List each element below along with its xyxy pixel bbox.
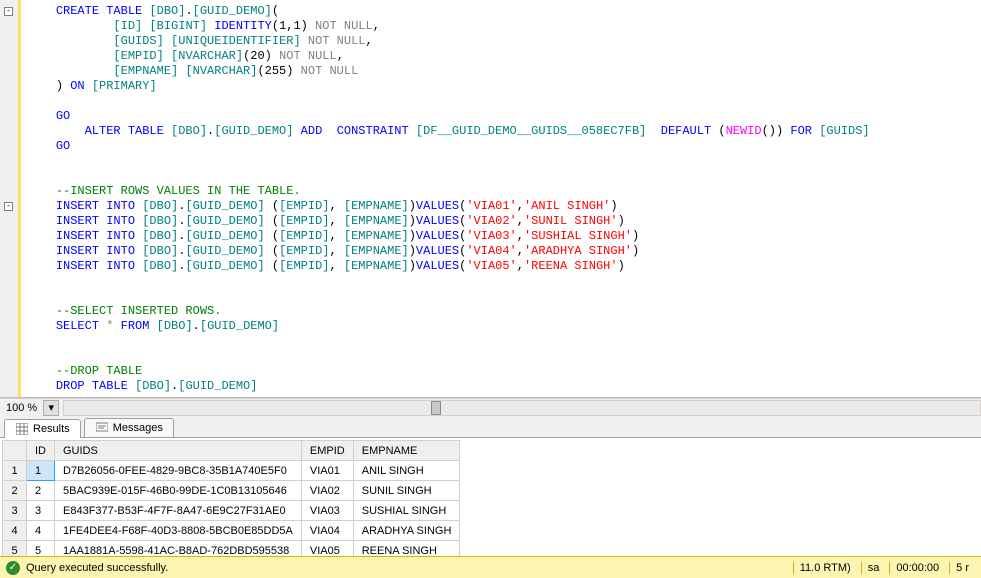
status-message: Query executed successfully. [26,562,168,574]
column-header[interactable]: EMPID [301,441,353,461]
code-line[interactable]: ) ON [PRIMARY] [27,79,975,94]
tab-messages[interactable]: Messages [84,418,174,437]
code-line[interactable]: INSERT INTO [DBO].[GUID_DEMO] ([EMPID], … [27,199,975,214]
code-line[interactable]: INSERT INTO [DBO].[GUID_DEMO] ([EMPID], … [27,259,975,274]
table-row[interactable]: 225BAC939E-015F-46B0-99DE-1C0B13105646VI… [3,481,460,501]
cell[interactable]: VIA01 [301,461,353,481]
table-row[interactable]: 11D7B26056-0FEE-4829-9BC8-35B1A740E5F0VI… [3,461,460,481]
tab-results-label: Results [33,423,70,435]
cell[interactable]: 2 [27,481,55,501]
code-line[interactable]: [EMPNAME] [NVARCHAR](255) NOT NULL [27,64,975,79]
code-line[interactable]: CREATE TABLE [DBO].[GUID_DEMO]( [27,4,975,19]
cell[interactable]: SUSHIAL SINGH [353,501,460,521]
code-line[interactable]: DROP TABLE [DBO].[GUID_DEMO] [27,379,975,394]
cell[interactable]: D7B26056-0FEE-4829-9BC8-35B1A740E5F0 [55,461,302,481]
column-header[interactable]: EMPNAME [353,441,460,461]
cell[interactable]: 1 [27,461,55,481]
column-header[interactable]: GUIDS [55,441,302,461]
code-line[interactable] [27,154,975,169]
code-area[interactable]: CREATE TABLE [DBO].[GUID_DEMO]( [ID] [BI… [18,0,981,398]
code-line[interactable]: --INSERT ROWS VALUES IN THE TABLE. [27,184,975,199]
code-line[interactable] [27,349,975,364]
status-time: 00:00:00 [889,562,945,574]
cell[interactable]: VIA02 [301,481,353,501]
cell[interactable]: SUNIL SINGH [353,481,460,501]
results-grid-area: IDGUIDSEMPIDEMPNAME11D7B26056-0FEE-4829-… [0,438,981,556]
code-line[interactable]: [EMPID] [NVARCHAR](20) NOT NULL, [27,49,975,64]
grid-icon [15,422,29,436]
code-line[interactable]: --DROP TABLE [27,364,975,379]
status-server: 11.0 RTM) [793,562,857,574]
code-line[interactable] [27,274,975,289]
code-line[interactable]: GO [27,109,975,124]
sql-editor[interactable]: -- CREATE TABLE [DBO].[GUID_DEMO]( [ID] … [0,0,981,398]
code-line[interactable]: --SELECT INSERTED ROWS. [27,304,975,319]
row-number[interactable]: 4 [3,521,27,541]
cell[interactable]: VIA03 [301,501,353,521]
status-right: 11.0 RTM) sa 00:00:00 5 r [793,562,975,574]
success-icon: ✓ [6,561,20,575]
cell[interactable]: 1AA1881A-5598-41AC-B8AD-762DBD595538 [55,541,302,557]
column-header[interactable]: ID [27,441,55,461]
zoom-percent: 100 % [0,402,43,414]
cell[interactable]: VIA05 [301,541,353,557]
row-number[interactable]: 2 [3,481,27,501]
fold-toggle-icon[interactable]: - [4,202,13,211]
status-user: sa [861,562,886,574]
zoom-bar: 100 % ▾ [0,398,981,416]
zoom-dropdown[interactable]: ▾ [43,400,59,416]
tab-results[interactable]: Results [4,419,81,438]
cell[interactable]: E843F377-B53F-4F7F-8A47-6E9C27F31AE0 [55,501,302,521]
code-line[interactable] [27,94,975,109]
results-table[interactable]: IDGUIDSEMPIDEMPNAME11D7B26056-0FEE-4829-… [2,440,460,556]
column-header[interactable] [3,441,27,461]
cell[interactable]: REENA SINGH [353,541,460,557]
code-line[interactable]: GO [27,139,975,154]
tab-messages-label: Messages [113,422,163,434]
fold-toggle-icon[interactable]: - [4,7,13,16]
code-line[interactable] [27,169,975,184]
table-row[interactable]: 551AA1881A-5598-41AC-B8AD-762DBD595538VI… [3,541,460,557]
code-line[interactable] [27,334,975,349]
results-tabs: Results Messages [0,416,981,438]
row-number[interactable]: 5 [3,541,27,557]
code-line[interactable]: [ID] [BIGINT] IDENTITY(1,1) NOT NULL, [27,19,975,34]
code-line[interactable]: SELECT * FROM [DBO].[GUID_DEMO] [27,319,975,334]
row-number[interactable]: 1 [3,461,27,481]
row-number[interactable]: 3 [3,501,27,521]
code-line[interactable]: INSERT INTO [DBO].[GUID_DEMO] ([EMPID], … [27,244,975,259]
code-line[interactable] [27,289,975,304]
cell[interactable]: ARADHYA SINGH [353,521,460,541]
horizontal-scrollbar[interactable] [63,400,981,416]
cell[interactable]: ANIL SINGH [353,461,460,481]
cell[interactable]: 5BAC939E-015F-46B0-99DE-1C0B13105646 [55,481,302,501]
table-row[interactable]: 441FE4DEE4-F68F-40D3-8808-5BCB0E85DD5AVI… [3,521,460,541]
cell[interactable]: 3 [27,501,55,521]
cell[interactable]: 5 [27,541,55,557]
cell[interactable]: VIA04 [301,521,353,541]
cell[interactable]: 1FE4DEE4-F68F-40D3-8808-5BCB0E85DD5A [55,521,302,541]
code-line[interactable]: ALTER TABLE [DBO].[GUID_DEMO] ADD CONSTR… [27,124,975,139]
editor-gutter: -- [0,0,18,397]
message-icon [95,421,109,435]
scroll-thumb[interactable] [431,401,441,415]
code-line[interactable]: INSERT INTO [DBO].[GUID_DEMO] ([EMPID], … [27,214,975,229]
code-line[interactable]: [GUIDS] [UNIQUEIDENTIFIER] NOT NULL, [27,34,975,49]
status-rows: 5 r [949,562,975,574]
status-bar: ✓ Query executed successfully. 11.0 RTM)… [0,556,981,578]
code-line[interactable]: INSERT INTO [DBO].[GUID_DEMO] ([EMPID], … [27,229,975,244]
cell[interactable]: 4 [27,521,55,541]
table-row[interactable]: 33E843F377-B53F-4F7F-8A47-6E9C27F31AE0VI… [3,501,460,521]
